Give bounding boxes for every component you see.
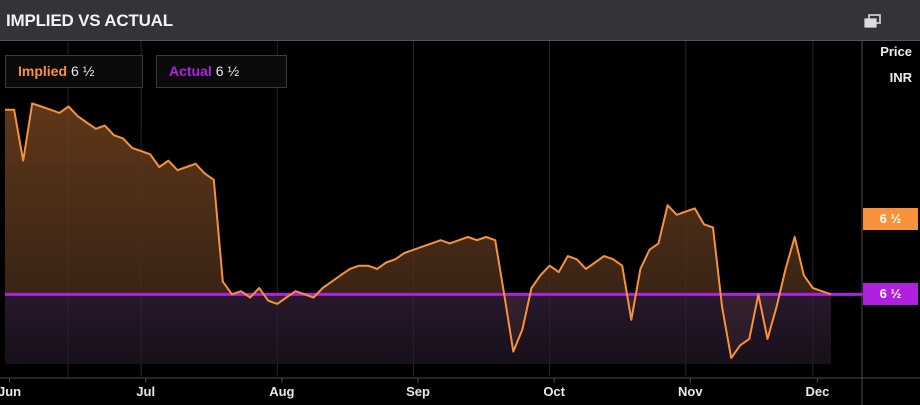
x-tick-label: Dec xyxy=(805,384,829,399)
actual-area xyxy=(5,294,831,364)
price-tag-actual: 6 ½ xyxy=(863,283,918,306)
legend-implied-value: 6 ½ xyxy=(71,63,95,79)
legend-actual[interactable]: Actual 6 ½ xyxy=(156,55,287,88)
x-tick-label: Aug xyxy=(269,384,294,399)
x-tick-label: Nov xyxy=(678,384,703,399)
price-tag-implied: 6 ½ xyxy=(863,208,918,230)
x-tick-label: Jun xyxy=(0,384,21,399)
legend-implied-label: Implied xyxy=(18,63,68,79)
x-tick-label: Jul xyxy=(136,384,155,399)
x-tick-label: Oct xyxy=(543,384,565,399)
axis-title-price: Price xyxy=(880,44,912,59)
area-fill xyxy=(5,103,831,364)
legend-actual-value: 6 ½ xyxy=(215,63,240,79)
legend-actual-label: Actual xyxy=(169,63,212,79)
chart-panel: IMPLIED VS ACTUAL Jun Jul Aug Sep Oct Nov Dec … xyxy=(0,0,920,405)
x-tick-label: Sep xyxy=(406,384,430,399)
legend-implied[interactable]: Implied 6 ½ xyxy=(5,55,143,88)
axis-unit-inr: INR xyxy=(889,70,912,85)
